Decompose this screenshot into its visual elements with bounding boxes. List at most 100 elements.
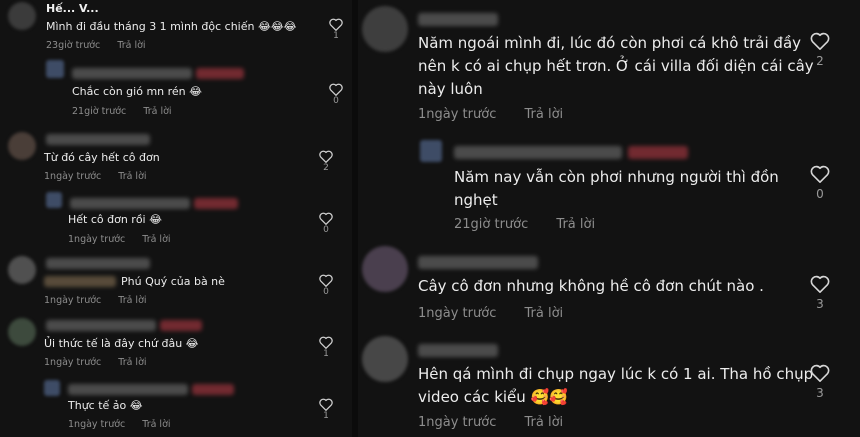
heart-icon [810,364,830,382]
heart-icon [319,150,333,163]
comment-meta: 21giờ trước Trả lời [72,106,172,117]
comment-text: Mình đi đầu tháng 3 1 mình độc chiến 😂😂😂 [46,20,297,33]
comment-text: Năm nay vẫn còn phơi nhưng người thì đồn… [454,166,779,212]
avatar[interactable] [362,246,408,292]
like-count: 1 [333,31,339,41]
reply-button[interactable]: Trả lời [142,234,170,245]
heart-icon [810,32,830,50]
commenter-name[interactable] [46,320,156,331]
creator-tag [196,68,244,79]
like-count: 1 [323,349,329,359]
like-button[interactable]: 0 [317,212,335,235]
comment-meta: 23giờ trước Trả lời [46,40,146,51]
heart-icon [319,274,333,287]
comment-text: Hên qá mình đi chụp ngay lúc k có 1 ai. … [418,363,813,409]
like-button[interactable]: 2 [317,150,335,173]
like-count: 3 [816,297,824,311]
comment-text: Năm ngoái mình đi, lúc đó còn phơi cá kh… [418,32,814,101]
avatar[interactable] [8,2,36,30]
comment-time: 1ngày trước [68,419,126,430]
reply-button[interactable]: Trả lời [143,106,171,117]
creator-tag [192,384,234,395]
heart-icon [810,165,830,183]
comment-text: Hết cô đơn rồi 😂 [68,213,162,226]
comment-time: 21giờ trước [72,106,127,117]
comment-line: Hên qá mình đi chụp ngay lúc k có 1 ai. … [418,365,814,383]
creator-tag [160,320,202,331]
heart-icon [319,212,333,225]
like-count: 2 [323,163,329,173]
comment-time: 23giờ trước [46,40,101,51]
avatar[interactable] [362,336,408,382]
comments-panel-left: Hế... V... Mình đi đầu tháng 3 1 mình độ… [0,0,352,437]
comment-meta: 1ngày trước Trả lời [44,295,147,306]
comment-time: 21giờ trước [454,217,529,232]
avatar[interactable] [8,256,36,284]
heart-icon [329,83,343,96]
reply-button[interactable]: Trả lời [118,357,146,368]
avatar[interactable] [46,192,62,208]
commenter-name[interactable] [68,384,188,395]
comment-line: Năm ngoái mình đi, lúc đó còn phơi cá kh… [418,34,802,52]
comment-time: 1ngày trước [44,357,102,368]
like-button[interactable]: 0 [317,274,335,297]
commenter-name[interactable] [418,344,498,357]
commenter-name[interactable]: Hế... V... [46,2,99,15]
comment-time: 1ngày trước [418,306,497,321]
comment-text: Chắc còn gió mn rén 😂 [72,85,203,98]
reply-button[interactable]: Trả lời [117,40,145,51]
like-button[interactable]: 2 [807,32,833,68]
avatar[interactable] [8,318,36,346]
comment-line: nên k có ai chụp hết trơn. Ở cái villa đ… [418,57,814,75]
like-count: 3 [816,386,824,400]
like-count: 0 [323,287,329,297]
like-button[interactable]: 0 [807,165,833,201]
heart-icon [810,275,830,293]
comment-time: 1ngày trước [44,171,102,182]
commenter-name[interactable] [46,258,150,269]
comment-time: 1ngày trước [44,295,102,306]
like-count: 2 [816,54,824,68]
commenter-name[interactable] [70,198,190,209]
comment-meta: 1ngày trước Trả lời [418,306,563,321]
like-button[interactable]: 3 [807,275,833,311]
commenter-name[interactable] [454,146,622,159]
avatar[interactable] [46,60,64,78]
creator-tag [194,198,238,209]
like-button[interactable]: 1 [317,336,335,359]
reply-button[interactable]: Trả lời [118,171,146,182]
like-button[interactable]: 3 [807,364,833,400]
avatar[interactable] [44,380,60,396]
reply-button[interactable]: Trả lời [118,295,146,306]
comment-text: Cây cô đơn nhưng không hề cô đơn chút nà… [418,275,764,298]
comment-text: Phú Quý của bà nè [121,275,225,288]
like-button[interactable]: 0 [327,83,345,106]
like-button[interactable]: 1 [317,398,335,421]
comment-meta: 1ngày trước Trả lời [44,357,147,368]
comment-meta: 1ngày trước Trả lời [418,107,563,122]
like-button[interactable]: 1 [327,18,345,41]
reply-button[interactable]: Trả lời [524,107,563,122]
avatar[interactable] [8,132,36,160]
comment-time: 1ngày trước [418,415,497,430]
commenter-name[interactable] [46,134,150,145]
reply-button[interactable]: Trả lời [524,415,563,430]
heart-icon [319,336,333,349]
comment-meta: 21giờ trước Trả lời [454,217,595,232]
reply-button[interactable]: Trả lời [142,419,170,430]
comment-line: video các kiểu 🥰🥰 [418,388,568,406]
comment-line: Năm nay vẫn còn phơi nhưng người thì đồn [454,168,779,186]
commenter-name[interactable] [72,68,192,79]
avatar[interactable] [420,140,442,162]
avatar[interactable] [362,6,408,52]
comment-line: nghẹt [454,191,498,209]
mention-blurred [44,276,116,287]
comment-meta: 1ngày trước Trả lời [68,419,171,430]
commenter-name[interactable] [418,256,538,269]
reply-button[interactable]: Trả lời [556,217,595,232]
comment-time: 1ngày trước [418,107,497,122]
comment-meta: 1ngày trước Trả lời [68,234,171,245]
commenter-name[interactable] [418,13,498,26]
reply-button[interactable]: Trả lời [524,306,563,321]
like-count: 1 [323,411,329,421]
